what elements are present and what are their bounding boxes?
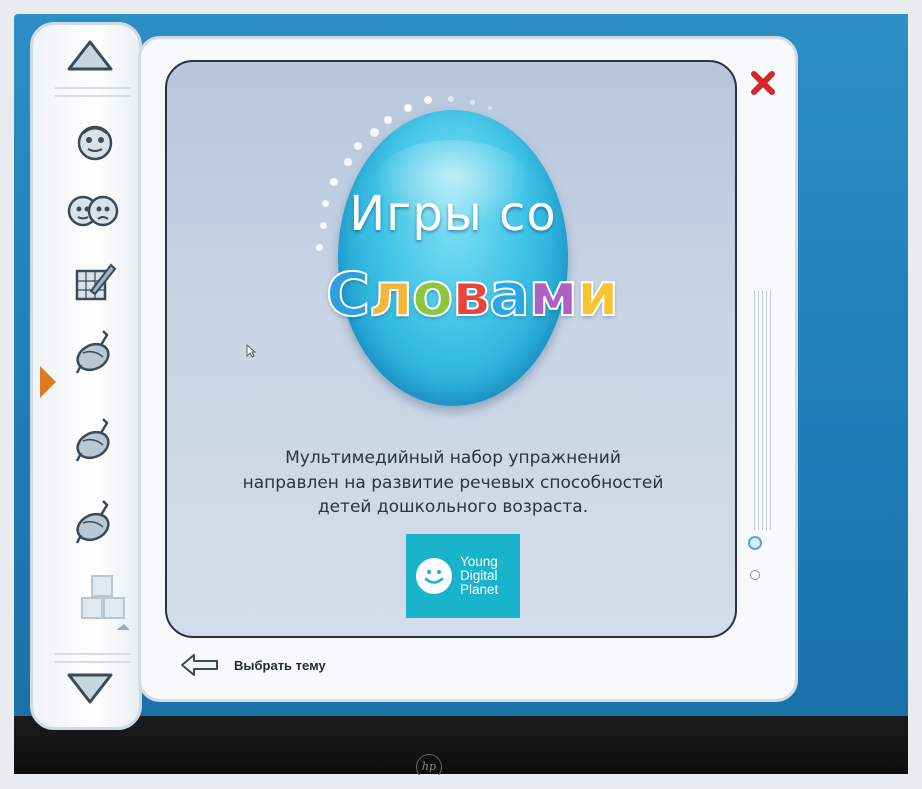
decor-dot — [370, 128, 379, 137]
publisher-name: Young Digital Planet — [460, 555, 498, 597]
scroll-up-icon[interactable] — [66, 37, 114, 75]
vertical-scrollbar[interactable] — [752, 290, 774, 530]
decor-dot — [354, 142, 362, 150]
back-arrow-icon — [181, 654, 218, 676]
decor-dot — [316, 244, 323, 251]
toolbar-divider — [55, 95, 131, 97]
smiley-icon — [416, 558, 452, 594]
face-icon[interactable] — [73, 121, 117, 165]
two-faces-icon[interactable] — [65, 189, 121, 233]
decor-dot — [470, 100, 475, 105]
decor-dot — [448, 96, 454, 102]
toolbar-divider — [55, 87, 131, 89]
spinning-top-icon-3[interactable] — [73, 500, 117, 545]
decor-dot — [384, 116, 392, 124]
drawing-icon[interactable] — [73, 261, 117, 305]
decor-dot — [344, 158, 352, 166]
page-indicator-active[interactable] — [748, 536, 762, 550]
publisher-word: Digital — [460, 568, 498, 583]
decor-dot — [488, 106, 492, 110]
mouse-cursor-icon — [246, 344, 256, 358]
description-line: направлен на развитие речевых способност… — [242, 472, 664, 493]
title-letter: С — [325, 260, 371, 330]
description: Мультимедийный набор упражнений направле… — [240, 446, 666, 520]
publisher-word: Planet — [460, 582, 499, 597]
spinning-top-icon-1[interactable] — [73, 330, 117, 375]
title-letter: в — [451, 260, 491, 330]
decor-dot — [322, 200, 329, 207]
title-letter: и — [576, 260, 620, 330]
decor-dot — [320, 222, 327, 229]
active-section-marker — [40, 366, 56, 398]
toolbar-divider — [55, 653, 131, 655]
title-letter: а — [488, 260, 530, 330]
decor-dot — [330, 178, 338, 186]
game-title-line2: Словами — [325, 260, 620, 330]
hp-logo: hp — [416, 754, 442, 780]
title-letter: о — [411, 260, 454, 330]
blocks-icon[interactable] — [77, 571, 133, 633]
back-button[interactable]: Выбрать тему — [180, 652, 326, 678]
toolbar-divider — [55, 661, 131, 663]
title-letter: л — [368, 260, 414, 330]
publisher-logo: Young Digital Planet — [406, 534, 520, 618]
spinning-top-icon-2[interactable] — [73, 418, 117, 463]
page-indicator[interactable] — [750, 570, 760, 580]
publisher-word: Young — [460, 554, 498, 569]
description-line: детей дошкольного возраста. — [317, 497, 589, 517]
decor-dot — [424, 96, 432, 104]
back-label: Выбрать тему — [234, 657, 326, 673]
scroll-down-icon[interactable] — [66, 669, 114, 707]
close-icon[interactable] — [748, 68, 778, 98]
description-line: Мультимедийный набор упражнений — [285, 448, 621, 468]
title-letter: м — [528, 260, 579, 330]
game-title-line1: Игры со — [349, 186, 557, 242]
monitor-bezel — [14, 716, 922, 774]
decor-dot — [404, 104, 412, 112]
